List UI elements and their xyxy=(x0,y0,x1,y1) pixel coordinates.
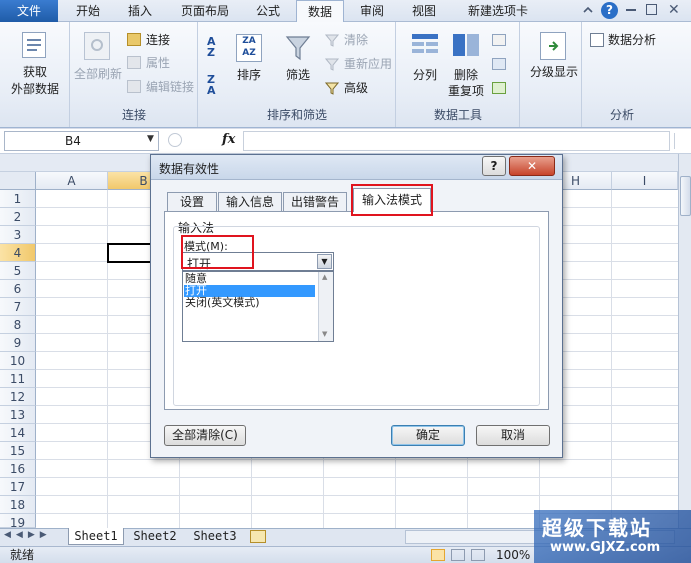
tab-insert[interactable]: 插入 xyxy=(116,0,164,22)
row-header-3[interactable]: 3 xyxy=(0,226,36,244)
tab-formulas[interactable]: 公式 xyxy=(246,0,290,22)
mode-option-off[interactable]: 关闭(英文模式) xyxy=(184,297,315,309)
mode-listbox[interactable]: 随意 打开 关闭(英文模式) ▲ ▼ xyxy=(182,271,334,342)
mode-select-dropdown-icon[interactable]: ▼ xyxy=(317,254,332,269)
formula-bar-expand[interactable] xyxy=(674,133,686,149)
gridline xyxy=(611,190,612,528)
annotation-highlight-tab xyxy=(351,184,433,216)
restore-icon[interactable] xyxy=(646,4,657,15)
row-header-15[interactable]: 15 xyxy=(0,442,36,460)
row-header-12[interactable]: 12 xyxy=(0,388,36,406)
row-header-8[interactable]: 8 xyxy=(0,316,36,334)
dialog-tab-input-message[interactable]: 输入信息 xyxy=(218,192,282,212)
tab-new-tab[interactable]: 新建选项卡 xyxy=(456,0,540,22)
dialog-titlebar: 数据有效性 ? ✕ xyxy=(151,155,562,180)
help-icon[interactable]: ? xyxy=(601,2,618,19)
row-header-14[interactable]: 14 xyxy=(0,424,36,442)
dialog-title: 数据有效性 xyxy=(159,162,220,176)
watermark-url: www.GJXZ.com xyxy=(550,540,661,555)
ribbon: 获取 外部数据 全部刷新 连接 属性 编辑链接 连接 AZ ZA ZA AZ 排序… xyxy=(0,22,691,128)
group-sort-filter xyxy=(198,22,396,127)
dialog-close-icon[interactable]: ✕ xyxy=(509,156,555,176)
gridline xyxy=(36,495,678,496)
group-get-external xyxy=(0,22,70,127)
group-outline xyxy=(520,22,582,127)
zoom-level[interactable]: 100% xyxy=(496,547,530,563)
formula-input[interactable] xyxy=(243,131,670,151)
row-header-10[interactable]: 10 xyxy=(0,352,36,370)
col-header-a[interactable]: A xyxy=(36,172,108,190)
row-header-2[interactable]: 2 xyxy=(0,208,36,226)
annotation-highlight-mode xyxy=(181,235,254,269)
row-header-1[interactable]: 1 xyxy=(0,190,36,208)
gridline xyxy=(107,190,108,528)
row-header-6[interactable]: 6 xyxy=(0,280,36,298)
row-header-17[interactable]: 17 xyxy=(0,478,36,496)
watermark-title: 超级下载站 xyxy=(542,516,652,540)
normal-view-icon[interactable] xyxy=(431,549,445,561)
formula-bar: B4 ▼ fx xyxy=(0,129,691,154)
sheet-nav-arrows-icon[interactable]: ◀◀▶▶ xyxy=(4,530,64,544)
gridline xyxy=(36,477,678,478)
sheet-tab-1[interactable]: Sheet1 xyxy=(68,528,124,545)
data-analysis-button[interactable]: 数据分析 xyxy=(608,32,656,48)
dialog-help-button[interactable]: ? xyxy=(482,156,506,176)
group-data-tools xyxy=(396,22,520,127)
listbox-scroll-down-icon[interactable]: ▼ xyxy=(322,330,327,338)
dialog-tab-error-alert[interactable]: 出错警告 xyxy=(283,192,347,212)
status-ready: 就绪 xyxy=(10,548,35,562)
tab-home[interactable]: 开始 xyxy=(64,0,112,22)
data-analysis-icon xyxy=(590,33,604,47)
new-sheet-icon[interactable] xyxy=(250,530,266,543)
gridline xyxy=(36,459,678,460)
row-header-19[interactable]: 19 xyxy=(0,514,36,530)
row-header-11[interactable]: 11 xyxy=(0,370,36,388)
tab-review[interactable]: 审阅 xyxy=(350,0,394,22)
name-box-value: B4 xyxy=(65,134,81,148)
formula-expand-icon[interactable] xyxy=(168,133,182,147)
scroll-thumb[interactable] xyxy=(680,176,691,216)
minimize-icon[interactable] xyxy=(626,9,636,11)
row-header-7[interactable]: 7 xyxy=(0,298,36,316)
sheet-tab-3[interactable]: Sheet3 xyxy=(186,528,244,545)
row-header-13[interactable]: 13 xyxy=(0,406,36,424)
page-layout-view-icon[interactable] xyxy=(451,549,465,561)
page-break-view-icon[interactable] xyxy=(471,549,485,561)
ime-mode-panel: 输入法 模式(M): 打开 ▼ 随意 打开 关闭(英文模式) ▲ ▼ xyxy=(164,211,549,410)
data-validation-dialog: 数据有效性 ? ✕ 设置 输入信息 出错警告 输入法模式 输入法 模式(M): … xyxy=(150,154,563,458)
row-header-16[interactable]: 16 xyxy=(0,460,36,478)
ok-button[interactable]: 确定 xyxy=(391,425,465,446)
sheet-tab-2[interactable]: Sheet2 xyxy=(126,528,184,545)
clear-all-button[interactable]: 全部清除(C) xyxy=(164,425,246,446)
group-analysis-label: 分析 xyxy=(609,108,634,122)
close-icon[interactable]: ✕ xyxy=(668,2,682,18)
col-header-i[interactable]: I xyxy=(612,172,678,190)
row-header-18[interactable]: 18 xyxy=(0,496,36,514)
dialog-tab-settings[interactable]: 设置 xyxy=(167,192,217,212)
tab-page-layout[interactable]: 页面布局 xyxy=(170,0,240,22)
tab-data[interactable]: 数据 xyxy=(296,0,344,23)
vertical-scrollbar[interactable] xyxy=(678,154,691,528)
group-connections xyxy=(70,22,198,127)
listbox-scroll-up-icon[interactable]: ▲ xyxy=(322,273,327,281)
row-header-4[interactable]: 4 xyxy=(0,244,36,262)
name-box[interactable]: B4 ▼ xyxy=(4,131,159,151)
row-header-5[interactable]: 5 xyxy=(0,262,36,280)
file-tab[interactable]: 文件 xyxy=(0,0,58,22)
name-box-dropdown-icon[interactable]: ▼ xyxy=(147,134,154,144)
listbox-scrollbar[interactable]: ▲ ▼ xyxy=(318,272,333,341)
watermark-logo: 超级下载站 www.GJXZ.com xyxy=(534,510,691,563)
ribbon-collapse-icon[interactable] xyxy=(582,4,594,16)
cancel-button[interactable]: 取消 xyxy=(476,425,550,446)
select-all-corner[interactable] xyxy=(0,172,36,190)
row-header-9[interactable]: 9 xyxy=(0,334,36,352)
tab-view[interactable]: 视图 xyxy=(402,0,446,22)
insert-function-icon[interactable]: fx xyxy=(222,132,235,147)
